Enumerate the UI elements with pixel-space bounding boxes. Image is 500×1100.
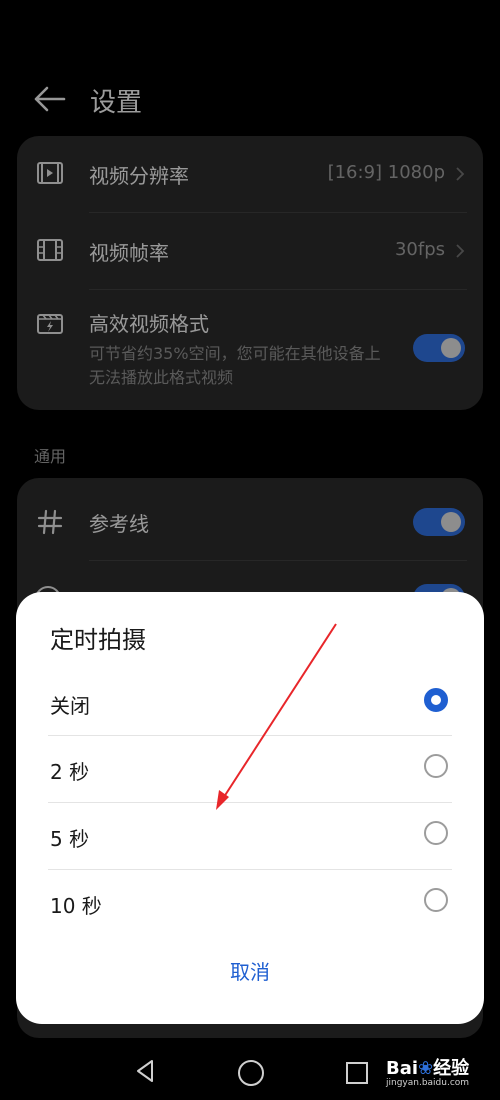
nav-home-icon[interactable]: [238, 1060, 264, 1086]
watermark-url: jingyan.baidu.com: [386, 1078, 470, 1088]
watermark-logo-tail: 经验: [433, 1058, 470, 1079]
nav-back-icon[interactable]: [134, 1058, 156, 1084]
annotation-arrow: [216, 623, 337, 810]
watermark-logo-text: Bai: [386, 1058, 419, 1079]
watermark-logo: Bai❀经验: [386, 1054, 469, 1080]
nav-recents-icon[interactable]: [346, 1062, 368, 1084]
watermark: Bai❀经验 jingyan.baidu.com: [386, 1054, 469, 1088]
paw-icon: ❀: [418, 1058, 434, 1079]
